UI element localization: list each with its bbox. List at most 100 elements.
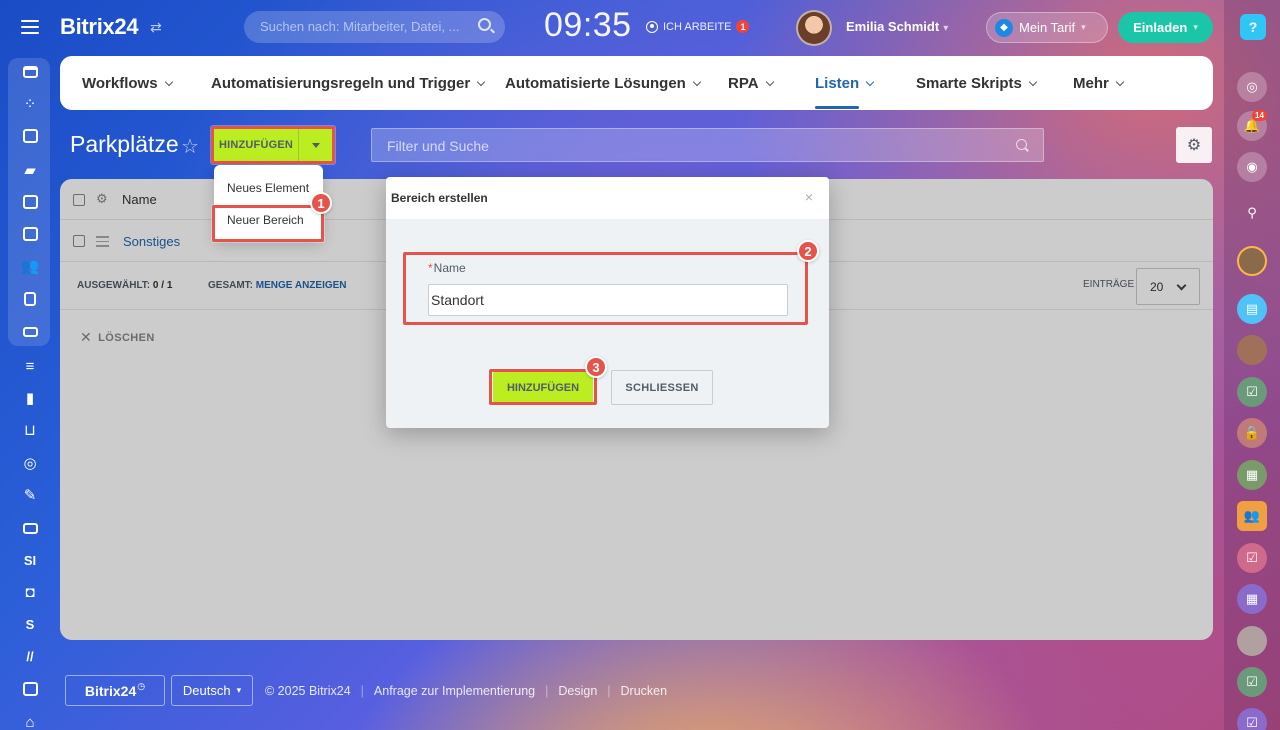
- drive-icon[interactable]: [16, 318, 44, 346]
- dialog-close-button[interactable]: SCHLIESSEN: [611, 370, 713, 405]
- chevron-down-icon: [476, 77, 486, 87]
- work-status-label: ICH ARBEITE: [663, 20, 732, 33]
- invite-label: Einladen: [1133, 20, 1188, 35]
- group-chat-icon[interactable]: 👥: [1237, 501, 1267, 531]
- step-badge-1: 1: [310, 192, 332, 214]
- search-icon: [478, 18, 491, 31]
- team-icon[interactable]: 👥: [16, 252, 44, 280]
- menu-icon[interactable]: [21, 20, 39, 34]
- chat-icon[interactable]: ▰: [16, 156, 44, 184]
- print-link[interactable]: Drucken: [621, 684, 668, 698]
- gear-icon[interactable]: ⚙: [1176, 127, 1212, 163]
- docs-icon[interactable]: [16, 285, 44, 313]
- messenger-icon[interactable]: ◉: [1237, 152, 1267, 182]
- menu-item-new-element[interactable]: Neues Element: [227, 181, 309, 195]
- chevron-down-icon: ▾: [943, 23, 949, 34]
- bank-icon[interactable]: ⌂: [16, 708, 44, 730]
- diamond-icon: ◆: [995, 18, 1013, 37]
- chevron-down-icon: [692, 77, 702, 87]
- nav-workflows[interactable]: Workflows: [82, 75, 173, 92]
- record-icon: [646, 20, 658, 33]
- chevron-down-icon: [1028, 77, 1038, 87]
- sign-icon[interactable]: ✎: [16, 481, 44, 509]
- nav-rpa[interactable]: RPA: [728, 75, 774, 92]
- step-badge-2: 2: [797, 240, 819, 262]
- market-icon[interactable]: //: [16, 642, 44, 670]
- analytics-icon[interactable]: ▮: [16, 384, 44, 412]
- dialog-title: Bereich erstellen: [391, 191, 488, 205]
- filter-search-input[interactable]: Filter und Suche: [371, 128, 1044, 162]
- logo-settings-icon[interactable]: ⇄: [150, 19, 162, 36]
- design-link[interactable]: Design: [558, 684, 597, 698]
- task-chat-icon-4[interactable]: ☑: [1237, 708, 1267, 730]
- nav-automation-rules[interactable]: Automatisierungsregeln und Trigger: [211, 75, 486, 92]
- chevron-down-icon: [865, 77, 875, 87]
- highlight-new-section: [212, 205, 324, 242]
- contact-avatar-3[interactable]: [1237, 626, 1267, 656]
- contacts-icon[interactable]: [16, 514, 44, 542]
- top-nav: Workflows Automatisierungsregeln und Tri…: [60, 56, 1213, 110]
- feed-icon[interactable]: [16, 122, 44, 150]
- user-name: Emilia Schmidt: [846, 19, 940, 34]
- highlight-add-button: [211, 126, 335, 164]
- highlight-dialog-add: [489, 369, 597, 405]
- nav-lists[interactable]: Listen: [815, 75, 875, 109]
- target-icon[interactable]: ◎: [16, 449, 44, 477]
- home-icon[interactable]: [16, 58, 44, 86]
- calendar-icon[interactable]: [16, 188, 44, 216]
- cart-icon[interactable]: ⊔: [16, 416, 44, 444]
- search-icon: [1016, 139, 1027, 150]
- help-icon[interactable]: ?: [1240, 14, 1266, 40]
- tarif-label: Mein Tarif: [1019, 20, 1076, 35]
- chevron-down-icon: ▾: [1193, 22, 1198, 32]
- robot-icon[interactable]: ◘: [16, 578, 44, 606]
- task-chat-icon-2[interactable]: ☑: [1237, 543, 1267, 573]
- settings-list-icon[interactable]: [16, 675, 44, 703]
- work-status-button[interactable]: ICH ARBEITE 1: [646, 20, 750, 33]
- chevron-down-icon: ▾: [1081, 22, 1086, 32]
- footer-logo[interactable]: Bitrix24 ◷: [65, 675, 165, 706]
- user-menu[interactable]: Emilia Schmidt ▾: [846, 19, 948, 34]
- dialog-header: Bereich erstellen ×: [386, 177, 829, 219]
- highlight-name-field: [403, 252, 808, 325]
- nav-automated-solutions[interactable]: Automatisierte Lösungen: [505, 75, 702, 92]
- star-icon[interactable]: ☆: [181, 134, 199, 159]
- copilot-icon[interactable]: ◎: [1237, 72, 1267, 102]
- chat-bubble-icon[interactable]: ▤: [1237, 294, 1267, 324]
- language-select[interactable]: Deutsch ▾: [171, 675, 253, 706]
- global-search-input[interactable]: Suchen nach: Mitarbeiter, Datei, ...: [244, 11, 505, 43]
- invite-button[interactable]: Einladen ▾: [1118, 12, 1213, 43]
- step-badge-3: 3: [585, 356, 607, 378]
- left-sidebar: ⁘ ▰ 👥 ≡ ▮ ⊔ ◎ ✎ SI ◘ S // ⌂: [0, 0, 60, 730]
- calendar-chat-icon[interactable]: ▦: [1237, 460, 1267, 490]
- filter-icon[interactable]: ≡: [16, 352, 44, 380]
- nav-smart-scripts[interactable]: Smarte Skripts: [916, 75, 1038, 92]
- contact-avatar-1[interactable]: [1237, 246, 1267, 276]
- tarif-button[interactable]: ◆ Mein Tarif ▾: [986, 12, 1108, 43]
- clock-icon: ◷: [137, 681, 146, 691]
- tasks-icon[interactable]: [16, 220, 44, 248]
- copyright: © 2025 Bitrix24: [265, 684, 351, 698]
- chevron-down-icon: [765, 77, 774, 87]
- task-chat-icon[interactable]: ☑: [1237, 377, 1267, 407]
- activity-icon[interactable]: ⁘: [16, 90, 44, 118]
- nav-more[interactable]: Mehr: [1073, 75, 1125, 92]
- notification-badge: 14: [1252, 110, 1267, 121]
- clock: 09:35: [544, 6, 632, 44]
- sidebar-item-si[interactable]: SI: [16, 546, 44, 574]
- lock-icon[interactable]: 🔒: [1237, 418, 1267, 448]
- implementation-request-link[interactable]: Anfrage zur Implementierung: [374, 684, 535, 698]
- task-chat-icon-3[interactable]: ☑: [1237, 667, 1267, 697]
- filter-placeholder: Filter und Suche: [387, 138, 489, 154]
- work-status-badge: 1: [736, 20, 750, 33]
- chevron-down-icon: [164, 77, 173, 87]
- sidebar-item-s[interactable]: S: [16, 610, 44, 638]
- calendar-chat-icon-2[interactable]: ▦: [1237, 584, 1267, 614]
- close-icon[interactable]: ×: [805, 189, 813, 205]
- search-icon[interactable]: ⚲: [1237, 198, 1267, 228]
- app-logo[interactable]: Bitrix24: [60, 14, 139, 40]
- user-avatar[interactable]: [796, 10, 832, 46]
- chevron-down-icon: ▾: [236, 685, 242, 695]
- contact-avatar-2[interactable]: [1237, 335, 1267, 365]
- footer-links: © 2025 Bitrix24 | Anfrage zur Implementi…: [265, 684, 668, 698]
